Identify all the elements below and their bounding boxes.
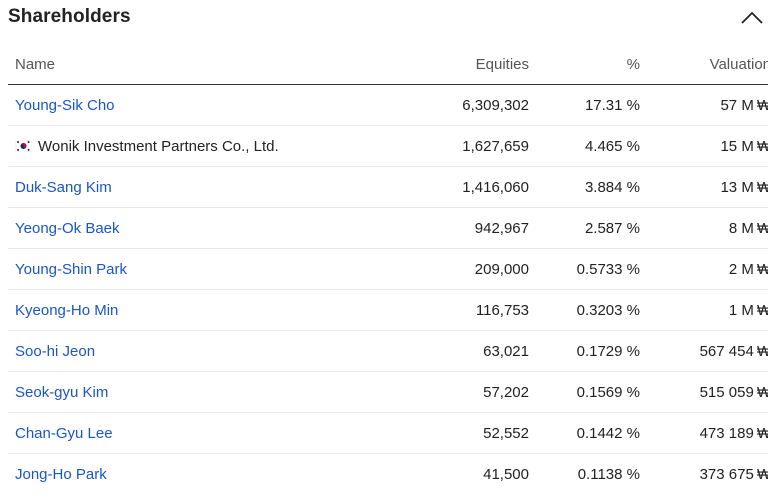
shareholder-name-link[interactable]: Chan-Gyu Lee: [15, 425, 113, 442]
percent-cell: 3.884 %: [529, 166, 640, 208]
valuation-value: 567 454: [699, 342, 754, 360]
currency-symbol: ₩: [756, 219, 768, 237]
shareholders-table: Name Equities % Valuation Young-Sik Cho …: [8, 44, 768, 494]
table-row: Jong-Ho Park 41,500 0.1138 % 373 675 ₩: [8, 454, 768, 495]
equities-cell: 116,753: [385, 289, 529, 331]
equities-cell: 6,309,302: [385, 84, 529, 126]
currency-symbol: ₩: [756, 178, 768, 196]
section-title: Shareholders: [8, 6, 131, 27]
currency-symbol: ₩: [756, 465, 768, 483]
column-header-valuation[interactable]: Valuation: [640, 44, 768, 85]
column-header-equities[interactable]: Equities: [385, 44, 529, 85]
table-row: Wonik Investment Partners Co., Ltd. 1,62…: [8, 125, 768, 167]
valuation-cell: 57 M ₩: [640, 84, 768, 126]
collapse-button[interactable]: [738, 6, 766, 30]
shareholder-name-link[interactable]: Jong-Ho Park: [15, 466, 107, 483]
table-row: Chan-Gyu Lee 52,552 0.1442 % 473 189 ₩: [8, 412, 768, 454]
equities-cell: 209,000: [385, 248, 529, 290]
shareholders-header: Shareholders: [8, 0, 768, 40]
valuation-cell: 13 M ₩: [640, 166, 768, 208]
valuation-value: 515 059: [699, 383, 754, 401]
valuation-value: 1 M: [728, 301, 754, 319]
currency-symbol: ₩: [756, 301, 768, 319]
equities-cell: 41,500: [483, 465, 529, 483]
equities-cell: 1,627,659: [385, 125, 529, 167]
currency-symbol: ₩: [756, 383, 768, 401]
table-row: Soo-hi Jeon 63,021 0.1729 % 567 454 ₩: [8, 330, 768, 372]
column-header-percent[interactable]: %: [529, 44, 640, 85]
percent-cell: 4.465 %: [529, 125, 640, 167]
equities-cell: 1,416,060: [385, 166, 529, 208]
percent-cell: 0.3203 %: [529, 289, 640, 331]
equities-cell: 942,967: [385, 207, 529, 249]
table-header-row: Name Equities % Valuation: [8, 44, 768, 85]
valuation-cell: 373 675 ₩: [640, 454, 768, 495]
shareholder-name: Wonik Investment Partners Co., Ltd.: [38, 137, 279, 155]
table-row: Seok-gyu Kim 57,202 0.1569 % 515 059 ₩: [8, 371, 768, 413]
valuation-cell: 473 189 ₩: [640, 412, 768, 454]
currency-symbol: ₩: [756, 342, 768, 360]
chevron-up-icon: [741, 11, 763, 24]
shareholder-name-link[interactable]: Duk-Sang Kim: [15, 179, 112, 196]
table-row: Kyeong-Ho Min 116,753 0.3203 % 1 M ₩: [8, 289, 768, 331]
shareholder-name-link[interactable]: Kyeong-Ho Min: [15, 302, 118, 319]
currency-symbol: ₩: [756, 260, 768, 278]
percent-cell: 0.5733 %: [529, 248, 640, 290]
valuation-value: 8 M: [728, 219, 754, 237]
percent-cell: 0.1729 %: [529, 330, 640, 372]
table-row: Duk-Sang Kim 1,416,060 3.884 % 13 M ₩: [8, 166, 768, 208]
percent-cell: 17.31 %: [529, 84, 640, 126]
south-korea-flag-icon: [15, 139, 32, 152]
shareholder-name-link[interactable]: Yeong-Ok Baek: [15, 220, 120, 237]
valuation-value: 2 M: [728, 260, 754, 278]
currency-symbol: ₩: [756, 424, 768, 442]
equities-cell: 52,552: [385, 412, 529, 454]
shareholder-name-link[interactable]: Seok-gyu Kim: [15, 384, 108, 401]
column-header-name[interactable]: Name: [8, 44, 385, 85]
valuation-cell: 1 M ₩: [640, 289, 768, 331]
percent-cell: 2.587 %: [529, 207, 640, 249]
valuation-value: 373 675: [699, 465, 754, 483]
valuation-cell: 15 M ₩: [640, 125, 768, 167]
percent-cell: 0.1569 %: [529, 371, 640, 413]
shareholder-name-link[interactable]: Young-Sik Cho: [15, 97, 115, 114]
valuation-cell: 515 059 ₩: [640, 371, 768, 413]
table-row: Yeong-Ok Baek 942,967 2.587 % 8 M ₩: [8, 207, 768, 249]
valuation-cell: 567 454 ₩: [640, 330, 768, 372]
valuation-value: 473 189: [699, 424, 754, 442]
valuation-value: 13 M: [720, 178, 754, 196]
table-row: Young-Shin Park 209,000 0.5733 % 2 M ₩: [8, 248, 768, 290]
valuation-cell: 2 M ₩: [640, 248, 768, 290]
equities-cell: 63,021: [385, 330, 529, 372]
equities-cell: 57,202: [385, 371, 529, 413]
valuation-value: 57 M: [720, 96, 754, 114]
valuation-cell: 8 M ₩: [640, 207, 768, 249]
table-row: Young-Sik Cho 6,309,302 17.31 % 57 M ₩: [8, 84, 768, 126]
valuation-value: 15 M: [720, 137, 754, 155]
percent-cell: 0.1138 %: [577, 465, 640, 483]
shareholder-name-link[interactable]: Soo-hi Jeon: [15, 343, 95, 360]
currency-symbol: ₩: [756, 137, 768, 155]
percent-cell: 0.1442 %: [529, 412, 640, 454]
currency-symbol: ₩: [756, 96, 768, 114]
shareholder-name-link[interactable]: Young-Shin Park: [15, 261, 127, 278]
